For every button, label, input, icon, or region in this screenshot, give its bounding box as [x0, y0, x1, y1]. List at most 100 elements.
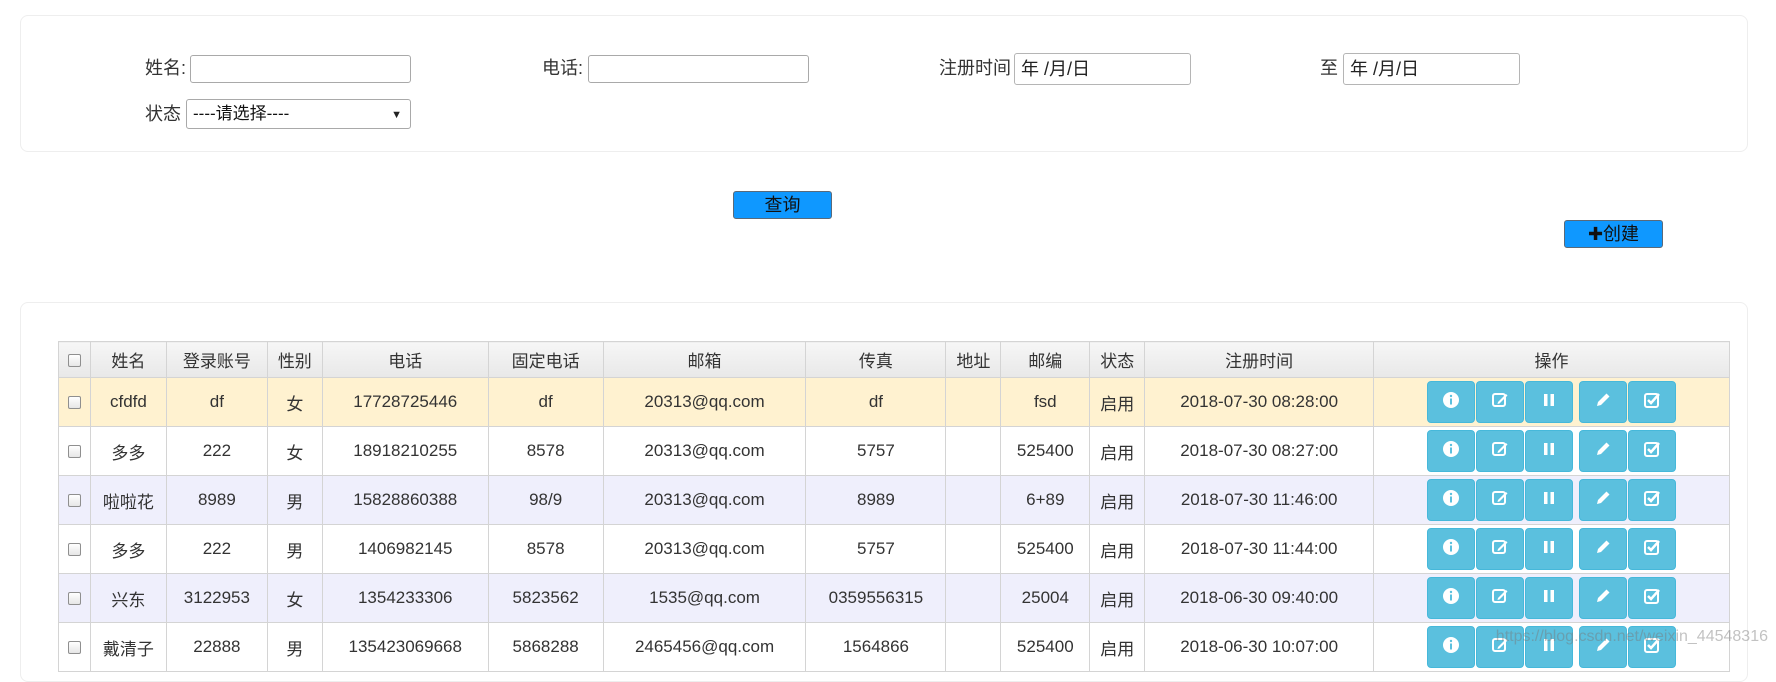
- table-cell: 多多: [89, 426, 167, 476]
- table-cell: 20313@qq.com: [602, 426, 807, 476]
- table-cell: 222: [165, 426, 268, 476]
- table-cell: 启用: [1089, 377, 1146, 427]
- table-cell: 5757: [805, 524, 947, 574]
- table-cell: df: [165, 377, 268, 427]
- select-all-checkbox[interactable]: [67, 353, 81, 367]
- check-square-icon: [1643, 587, 1661, 610]
- status-select[interactable]: ----请选择---- ▼: [186, 99, 411, 129]
- table-cell: 135423069668: [321, 622, 489, 672]
- row-checkbox[interactable]: [67, 494, 81, 508]
- table-cell: 8989: [805, 475, 947, 525]
- table-cell: 1406982145: [321, 524, 489, 574]
- pause-button[interactable]: [1525, 381, 1574, 423]
- row-checkbox[interactable]: [67, 641, 81, 655]
- table-cell: 5823562: [487, 573, 604, 623]
- table-cell: 1535@qq.com: [602, 573, 807, 623]
- info-button[interactable]: [1427, 626, 1476, 668]
- table-cell: 2465456@qq.com: [602, 622, 807, 672]
- table-cell: 18918210255: [321, 426, 489, 476]
- table-row[interactable]: 兴东 3122953 女 1354233306 5823562 1535@qq.com 03…: [58, 573, 1730, 623]
- table-cell: 525400: [1000, 426, 1091, 476]
- edit-square-button[interactable]: [1476, 381, 1525, 423]
- info-button[interactable]: [1427, 577, 1476, 619]
- create-button[interactable]: ✚创建: [1564, 220, 1663, 248]
- pencil-button[interactable]: [1579, 381, 1628, 423]
- row-checkbox[interactable]: [67, 592, 81, 606]
- table-cell: [945, 426, 1002, 476]
- info-button[interactable]: [1427, 479, 1476, 521]
- table-row[interactable]: 戴清子 22888 男 135423069668 5868288 2465456@qq.c…: [58, 622, 1730, 672]
- pause-button[interactable]: [1525, 430, 1574, 472]
- edit-square-button[interactable]: [1476, 430, 1525, 472]
- check-square-button[interactable]: [1628, 479, 1677, 521]
- info-icon: [1442, 440, 1460, 463]
- user-table: 姓名 登录账号 性别 电话 固定电话 邮箱 传真 地址 邮编 状态 注册时间 操…: [58, 341, 1730, 672]
- actions-cell: [1373, 377, 1730, 427]
- table-cell: 2018-07-30 11:44:00: [1144, 524, 1375, 574]
- table-row[interactable]: cfdfd df 女 17728725446 df 20313@qq.com df fsd 启用…: [58, 377, 1730, 427]
- row-select-cell: [58, 475, 91, 525]
- edit-square-icon: [1491, 538, 1509, 561]
- pencil-button[interactable]: [1579, 430, 1628, 472]
- row-checkbox[interactable]: [67, 543, 81, 557]
- pause-button[interactable]: [1525, 577, 1574, 619]
- info-button[interactable]: [1427, 528, 1476, 570]
- actions-cell: [1373, 475, 1730, 525]
- info-button[interactable]: [1427, 430, 1476, 472]
- column-header: 姓名: [89, 341, 167, 378]
- column-header: 固定电话: [487, 341, 604, 378]
- table-cell: 启用: [1089, 475, 1146, 525]
- table-row[interactable]: 多多 222 男 1406982145 8578 20313@qq.com 5757 5254…: [58, 524, 1730, 574]
- table-cell: 8989: [165, 475, 268, 525]
- table-cell: cfdfd: [89, 377, 167, 427]
- column-header: 邮箱: [602, 341, 807, 378]
- reg-time-from-input[interactable]: 年 /月/日: [1014, 53, 1191, 85]
- status-select-value: ----请选择----: [193, 104, 290, 123]
- reg-time-to-input[interactable]: 年 /月/日: [1343, 53, 1520, 85]
- pencil-button[interactable]: [1579, 528, 1628, 570]
- pause-button[interactable]: [1525, 528, 1574, 570]
- table-row[interactable]: 多多 222 女 18918210255 8578 20313@qq.com 5757 525…: [58, 426, 1730, 476]
- table-cell: 22888: [165, 622, 268, 672]
- edit-square-button[interactable]: [1476, 479, 1525, 521]
- pencil-button[interactable]: [1579, 479, 1628, 521]
- pencil-icon: [1594, 489, 1612, 512]
- pause-button[interactable]: [1525, 479, 1574, 521]
- column-header: 电话: [321, 341, 489, 378]
- phone-input[interactable]: [588, 55, 809, 83]
- table-cell: 2018-06-30 09:40:00: [1144, 573, 1375, 623]
- check-square-icon: [1643, 538, 1661, 561]
- row-checkbox[interactable]: [67, 396, 81, 410]
- table-cell: 525400: [1000, 524, 1091, 574]
- check-square-button[interactable]: [1628, 577, 1677, 619]
- pencil-icon: [1594, 440, 1612, 463]
- row-checkbox[interactable]: [67, 445, 81, 459]
- pause-icon: [1540, 440, 1558, 463]
- pencil-button[interactable]: [1579, 577, 1628, 619]
- column-header: 状态: [1089, 341, 1146, 378]
- table-cell: 8578: [487, 524, 604, 574]
- query-button[interactable]: 查询: [733, 191, 832, 219]
- name-input[interactable]: [190, 55, 411, 83]
- check-square-icon: [1643, 391, 1661, 414]
- table-row[interactable]: 啦啦花 8989 男 15828860388 98/9 20313@qq.com 8989 6…: [58, 475, 1730, 525]
- table-cell: 启用: [1089, 573, 1146, 623]
- table-cell: 25004: [1000, 573, 1091, 623]
- check-square-button[interactable]: [1628, 430, 1677, 472]
- info-icon: [1442, 587, 1460, 610]
- check-square-button[interactable]: [1628, 381, 1677, 423]
- info-icon: [1442, 636, 1460, 659]
- check-square-button[interactable]: [1628, 528, 1677, 570]
- edit-square-icon: [1491, 489, 1509, 512]
- table-cell: df: [805, 377, 947, 427]
- phone-label: 电话:: [542, 58, 584, 78]
- table-cell: 0359556315: [805, 573, 947, 623]
- table-cell: 222: [165, 524, 268, 574]
- edit-square-icon: [1491, 587, 1509, 610]
- table-cell: 男: [266, 475, 323, 525]
- check-square-icon: [1643, 440, 1661, 463]
- table-cell: 男: [266, 524, 323, 574]
- info-button[interactable]: [1427, 381, 1476, 423]
- edit-square-button[interactable]: [1476, 577, 1525, 619]
- edit-square-button[interactable]: [1476, 528, 1525, 570]
